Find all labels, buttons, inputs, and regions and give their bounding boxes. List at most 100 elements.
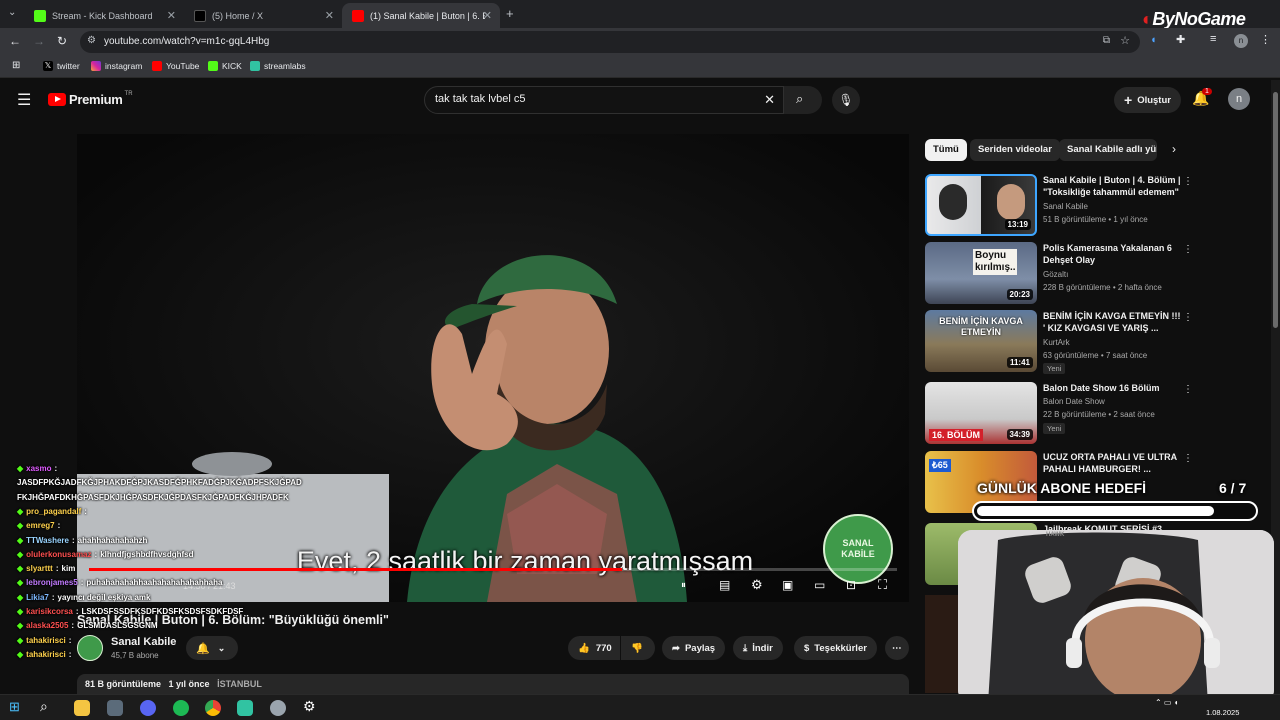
chat-separator: : <box>71 535 75 545</box>
youtube-logo[interactable]: Premium TR <box>48 91 133 107</box>
chat-text: puhahahahahhaahahahahahahhaha <box>86 578 223 588</box>
settings-gear-icon[interactable]: ⚙ <box>303 698 316 715</box>
video-progress-fill <box>89 568 623 571</box>
recommendation-item[interactable]: BENİM İÇİN KAVGA ETMEYİN 11:41 BENİM İÇİ… <box>925 310 1195 374</box>
recommendation-item[interactable]: Boynu kırılmış.. 20:23 Polis Kamerasına … <box>925 242 1195 306</box>
duration-badge: 34:39 <box>1006 429 1033 440</box>
extension-icon[interactable]: ◖ <box>1150 34 1157 46</box>
plus-icon: + <box>1124 92 1133 108</box>
app-icon[interactable] <box>270 700 286 716</box>
miniplayer-icon[interactable]: ▣ <box>782 578 793 592</box>
forward-icon[interactable]: → <box>33 34 45 48</box>
download-button[interactable]: ⤓ İndir <box>733 636 783 660</box>
clear-search-icon[interactable]: ✕ <box>764 92 775 108</box>
chat-separator: : <box>55 564 59 574</box>
chat-username: xasmo <box>26 464 52 473</box>
bookmark-twitter[interactable]: 𝕏 twitter <box>43 61 80 71</box>
create-button[interactable]: + Oluştur <box>1114 87 1181 113</box>
more-vertical-icon[interactable]: ⋮ <box>1183 453 1193 464</box>
more-vertical-icon[interactable]: ⋮ <box>1183 312 1193 323</box>
video-player[interactable]: SANAL KABİLE Evet, 2 saatlik bir zaman y… <box>77 134 909 602</box>
tab-kick-dashboard[interactable]: Stream - Kick Dashboard ✕ <box>24 3 184 28</box>
streamlabs-icon[interactable] <box>237 700 253 716</box>
more-actions-button[interactable]: ⋯ <box>885 636 909 660</box>
theater-mode-icon[interactable]: ▭ <box>814 578 825 592</box>
install-icon[interactable]: ⧉ <box>1103 35 1110 46</box>
tab-youtube-video[interactable]: (1) Sanal Kabile | Buton | 6. Bölü ✕ <box>342 3 500 28</box>
fullscreen-icon[interactable]: ⛶ <box>878 577 887 593</box>
notifications-button[interactable]: 🔔 1 <box>1192 88 1212 107</box>
more-vertical-icon[interactable]: ⋮ <box>1183 384 1193 395</box>
more-vertical-icon[interactable]: ⋮ <box>1183 244 1193 255</box>
site-info-icon[interactable]: ⚙ <box>87 35 96 46</box>
search-icon[interactable]: ⌕ <box>40 698 48 715</box>
recommendation-channel: KurtArk <box>1043 338 1070 347</box>
media-control-icon[interactable]: ≡ <box>1210 33 1216 45</box>
profile-avatar[interactable]: n <box>1234 34 1248 48</box>
app-icon[interactable] <box>107 700 123 716</box>
file-explorer-icon[interactable] <box>74 700 90 716</box>
discord-icon[interactable] <box>140 700 156 716</box>
thanks-button[interactable]: $ Teşekkürler <box>794 636 877 660</box>
bookmark-instagram[interactable]: instagram <box>91 61 142 71</box>
video-progress-bar[interactable] <box>89 568 897 571</box>
chat-badge-icon: ◆ <box>17 592 24 602</box>
share-button[interactable]: ➦ Paylaş <box>662 636 726 660</box>
settings-gear-icon[interactable]: ⚙ <box>751 577 763 593</box>
address-bar[interactable]: ⚙ youtube.com/watch?v=m1c-gqL4Hbg ⧉ ☆ <box>80 31 1140 53</box>
chat-badge-icon: ◆ <box>17 649 24 659</box>
tab-list-icon[interactable]: ⌄ <box>8 7 16 18</box>
menu-kebab-icon[interactable]: ⋮ <box>1260 33 1271 46</box>
extensions-puzzle-icon[interactable]: ✚ <box>1176 33 1185 46</box>
cast-icon[interactable]: ⊡ <box>846 578 856 592</box>
location-tag[interactable]: İSTANBUL <box>217 679 262 689</box>
new-badge: Yeni <box>1043 363 1066 374</box>
apps-grid-icon[interactable]: ⊞ <box>12 60 20 71</box>
search-button[interactable]: ⌕ <box>784 86 822 114</box>
close-icon[interactable]: ✕ <box>167 9 176 22</box>
new-tab-icon[interactable]: + <box>506 6 514 21</box>
bookmark-kick[interactable]: KICK <box>208 61 242 71</box>
back-icon[interactable]: ← <box>9 34 21 48</box>
account-avatar[interactable]: n <box>1228 88 1250 110</box>
chip-all[interactable]: Tümü <box>925 139 967 161</box>
tab-x-home[interactable]: (5) Home / X ✕ <box>184 3 342 28</box>
hamburger-menu-icon[interactable]: ☰ <box>17 90 31 110</box>
taskbar-date: 1.08.2025 <box>1206 708 1240 717</box>
chip-series[interactable]: Seriden videolar <box>970 139 1060 161</box>
recommendation-item[interactable]: 16. BÖLÜM 34:39 Balon Date Show 16 Bölüm… <box>925 382 1195 446</box>
recommendation-meta: 22 B görüntüleme • 2 saat önce <box>1043 410 1155 419</box>
chevron-down-icon: ⌄ <box>217 642 226 653</box>
like-button[interactable]: 👍 770 <box>568 636 620 660</box>
search-input[interactable]: tak tak tak lvbel c5 ✕ <box>424 86 784 114</box>
chrome-icon[interactable] <box>205 700 221 716</box>
dislike-button[interactable]: 👎 <box>621 636 655 660</box>
channel-avatar[interactable] <box>77 635 103 661</box>
close-icon[interactable]: ✕ <box>483 9 492 22</box>
youtube-icon <box>152 61 162 71</box>
more-vertical-icon[interactable]: ⋮ <box>1183 176 1193 187</box>
chat-username: TTWashere <box>26 535 69 545</box>
recommendation-item[interactable]: 13:19 Sanal Kabile | Buton | 4. Bölüm | … <box>925 174 1195 238</box>
bookmark-youtube[interactable]: YouTube <box>152 61 199 71</box>
close-icon[interactable]: ✕ <box>325 9 334 22</box>
captions-icon[interactable]: ▤ <box>719 578 730 592</box>
bookmark-star-icon[interactable]: ☆ <box>1120 34 1130 47</box>
chevron-right-icon[interactable]: › <box>1172 142 1176 156</box>
pause-icon[interactable]: ⏸ <box>681 580 686 591</box>
browser-toolbar: ← → ↻ ⚙ youtube.com/watch?v=m1c-gqL4Hbg … <box>0 28 1280 56</box>
voice-search-button[interactable]: 🎙 <box>832 86 860 114</box>
reload-icon[interactable]: ↻ <box>57 34 67 48</box>
channel-name[interactable]: Sanal Kabile <box>111 636 176 648</box>
bookmark-streamlabs[interactable]: streamlabs <box>250 61 306 71</box>
download-icon: ⤓ <box>743 642 748 654</box>
subscribe-bell-button[interactable]: 🔔 ⌄ <box>186 636 238 660</box>
spotify-icon[interactable] <box>173 700 189 716</box>
chat-message: ◆ alaska2505: GLSMDASLSGSGNM <box>17 621 158 630</box>
scrollbar-thumb[interactable] <box>1273 92 1278 328</box>
description-box[interactable]: 81 B görüntüleme 1 yıl önce İSTANBUL <box>77 674 909 694</box>
chat-text: ahahhahahahahzh <box>77 535 148 545</box>
windows-start-icon[interactable]: ⊞ <box>9 699 20 715</box>
chat-username: pro_pagandalf <box>26 506 82 516</box>
chip-channel-uploads[interactable]: Sanal Kabile adlı yükl <box>1059 139 1157 161</box>
